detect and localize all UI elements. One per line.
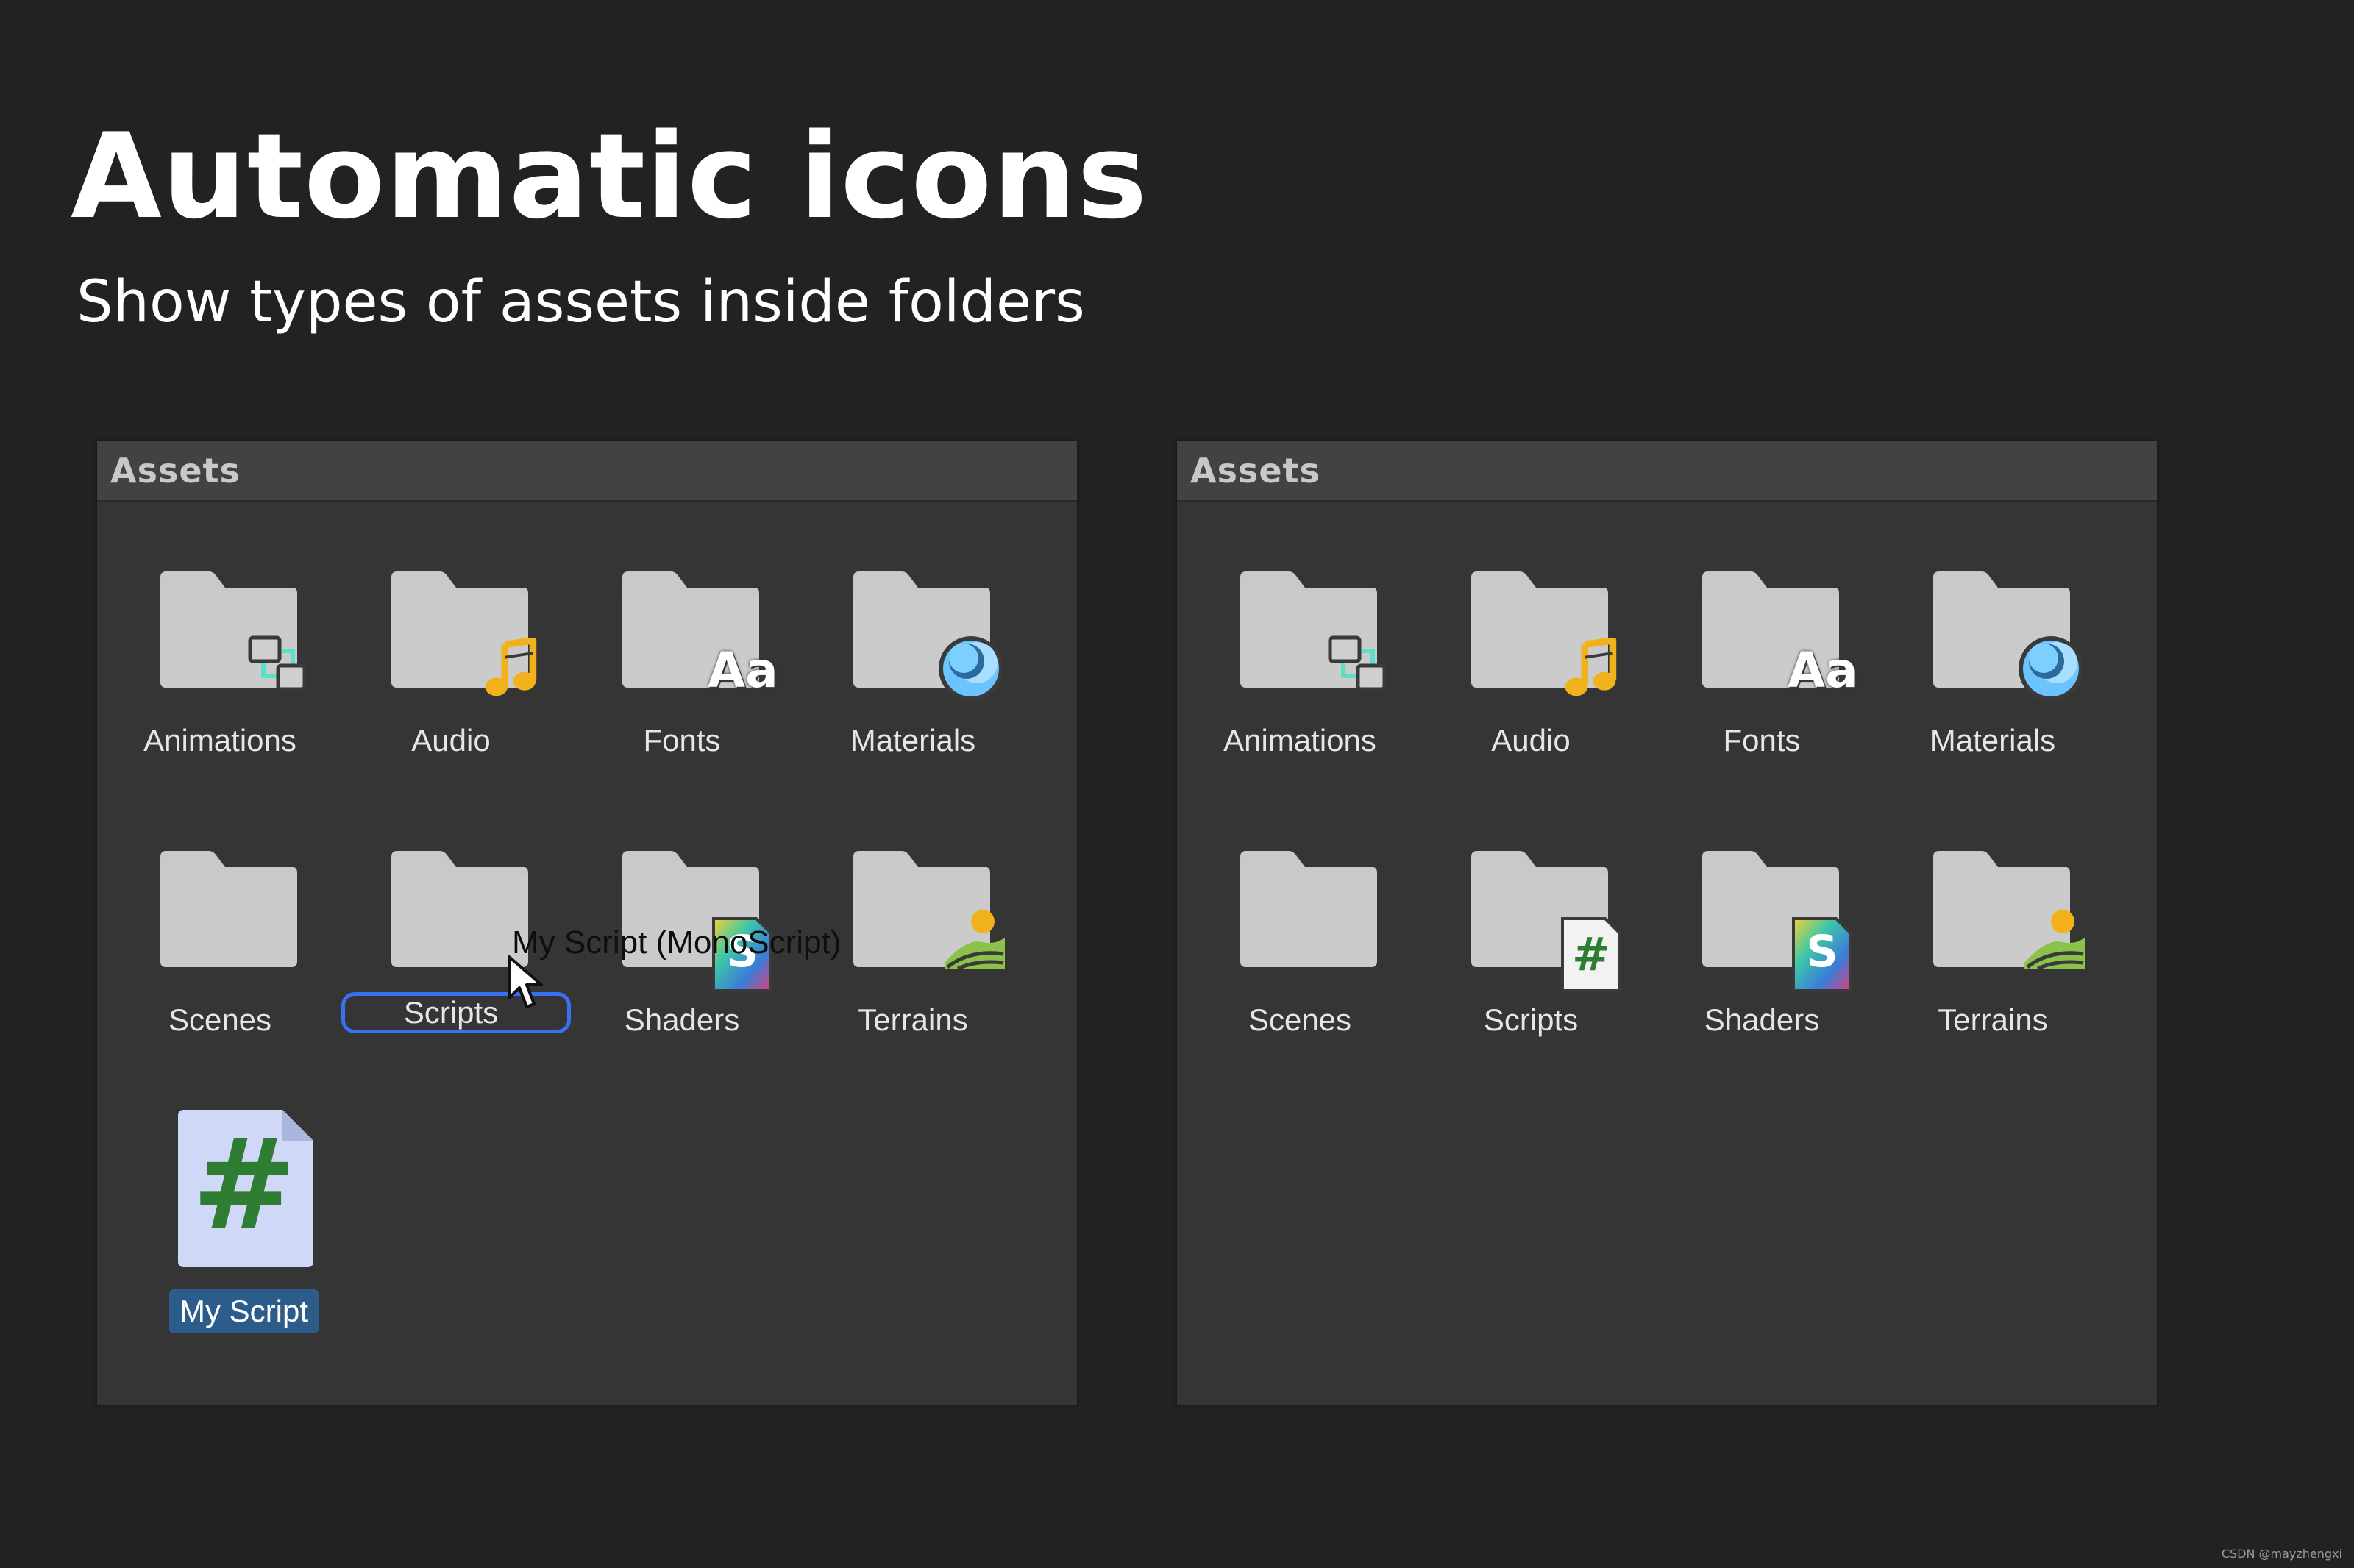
folder-label: Terrains xyxy=(1938,1002,2048,1037)
folder-icon xyxy=(157,848,299,970)
script-file-my-script[interactable]: # My Script xyxy=(104,1107,325,1357)
hash-glyph: # xyxy=(1572,927,1610,981)
folder-shaders[interactable]: S Shaders xyxy=(1646,848,1867,1083)
folder-audio[interactable]: Audio xyxy=(1415,569,1636,804)
folder-icon xyxy=(850,848,992,970)
terrain-icon xyxy=(937,905,1011,979)
folder-icon: S xyxy=(1699,848,1841,970)
panel-header: Assets xyxy=(97,441,1077,502)
folder-animations[interactable]: Animations xyxy=(1184,569,1405,804)
folder-icon: Aa xyxy=(619,569,778,699)
folder-terrains[interactable]: Terrains xyxy=(797,848,1018,1083)
shader-s-icon: S xyxy=(1789,914,1855,995)
folder-animations[interactable]: Animations xyxy=(104,569,325,804)
folder-shaders[interactable]: S Shaders xyxy=(566,848,787,1083)
script-file-icon: # xyxy=(172,1107,316,1273)
audio-note-icon xyxy=(477,638,540,701)
shader-letter: S xyxy=(1806,926,1838,977)
folder-icon xyxy=(1237,569,1379,691)
folder-icon: Aa xyxy=(1699,569,1858,699)
folder-materials[interactable]: Materials xyxy=(797,569,1018,804)
hash-icon: # xyxy=(191,1113,297,1258)
folder-scenes[interactable]: Scenes xyxy=(104,848,325,1083)
folder-icon xyxy=(1930,848,2072,970)
folder-label: Shaders xyxy=(624,1002,740,1037)
selected-file-label: My Script xyxy=(169,1289,319,1333)
folder-label: Scripts xyxy=(1483,1002,1579,1037)
slide-subtitle: Show types of assets inside folders xyxy=(77,269,1085,335)
folder-terrains[interactable]: Terrains xyxy=(1877,848,2098,1083)
folder-icon xyxy=(1930,569,2072,691)
folder-scripts[interactable]: # Scripts xyxy=(1415,848,1636,1083)
folder-label: Scenes xyxy=(1248,1002,1352,1037)
folder-fonts[interactable]: Aa Fonts xyxy=(566,569,787,804)
script-hash-icon: # xyxy=(1558,914,1624,995)
folder-label: Fonts xyxy=(643,723,721,758)
assets-panel-left: Assets Animations Audio Aa Fonts Materia… xyxy=(97,441,1077,1405)
terrain-icon xyxy=(2017,905,2091,979)
folder-icon xyxy=(1237,848,1379,970)
folder-icon xyxy=(157,569,299,691)
panel-body: Animations Audio Aa Fonts Materials Scen… xyxy=(1177,502,2157,1405)
animation-icon xyxy=(1326,633,1392,699)
folder-label: Fonts xyxy=(1723,723,1801,758)
folder-fonts[interactable]: Aa Fonts xyxy=(1646,569,1867,804)
folder-label: Audio xyxy=(411,723,491,758)
mouse-cursor-icon xyxy=(508,955,543,1008)
folder-label: Shaders xyxy=(1704,1002,1820,1037)
animation-icon xyxy=(246,633,312,699)
folder-label: Materials xyxy=(850,723,976,758)
folder-label: Audio xyxy=(1491,723,1571,758)
slide-title: Automatic icons xyxy=(71,107,1148,245)
folder-icon xyxy=(388,848,530,970)
font-aa-icon: Aa xyxy=(1788,642,1858,699)
font-aa-icon: Aa xyxy=(708,642,778,699)
folder-icon xyxy=(850,569,992,691)
panel-header: Assets xyxy=(1177,441,2157,502)
audio-note-icon xyxy=(1557,638,1620,701)
panel-body: Animations Audio Aa Fonts Materials Scen… xyxy=(97,502,1077,1405)
folder-label: Terrains xyxy=(858,1002,968,1037)
folder-icon xyxy=(388,569,530,691)
watermark: CSDN @mayzhengxi xyxy=(2221,1547,2342,1561)
folder-label: Materials xyxy=(1930,723,2056,758)
drag-tooltip: My Script (MonoScript) xyxy=(512,924,842,961)
material-sphere-icon xyxy=(934,632,1008,705)
assets-panel-right: Assets Animations Audio Aa Fonts Materia… xyxy=(1177,441,2157,1405)
folder-label: Scenes xyxy=(168,1002,272,1037)
folder-icon: # xyxy=(1468,848,1610,970)
folder-label: Animations xyxy=(1223,723,1376,758)
folder-materials[interactable]: Materials xyxy=(1877,569,2098,804)
folder-scenes[interactable]: Scenes xyxy=(1184,848,1405,1083)
folder-label: Animations xyxy=(143,723,296,758)
folder-audio[interactable]: Audio xyxy=(335,569,556,804)
folder-icon xyxy=(1468,569,1610,691)
material-sphere-icon xyxy=(2014,632,2088,705)
